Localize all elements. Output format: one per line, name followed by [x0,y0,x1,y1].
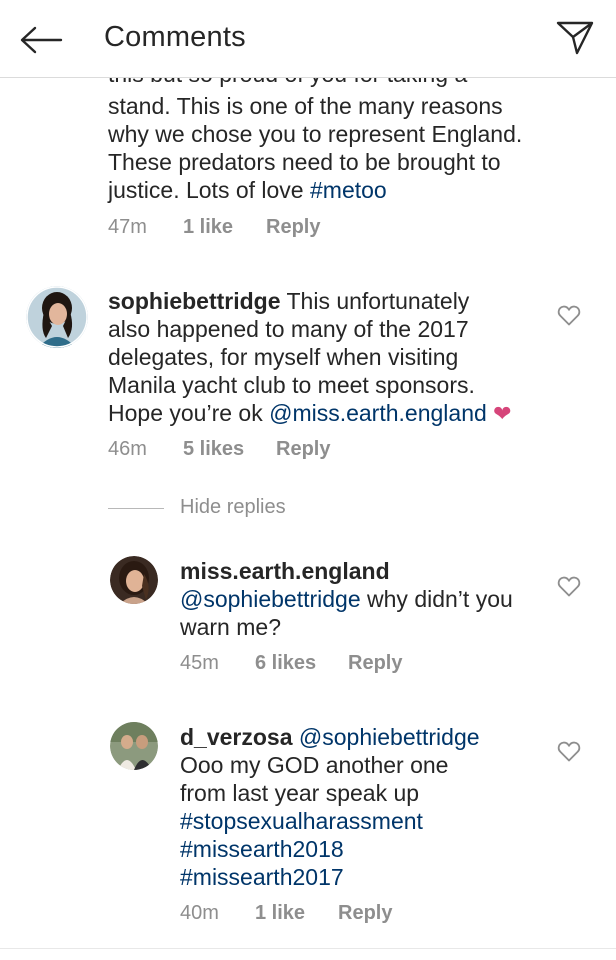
arrow-left-icon [20,26,63,54]
comment-text: why didn’t you [360,586,513,612]
comment-meta: 46m 5 likes Reply [108,438,508,464]
comment-text: This unfortunately [280,288,470,314]
comment-time: 46m [108,438,147,460]
comment-text: Hope you’re ok [108,400,270,426]
back-button[interactable] [18,20,64,60]
comment-text-line: why we chose you to represent England. [108,121,523,147]
comment-meta: 40m 1 like Reply [180,902,540,928]
comment-text-line: Hope you’re ok @miss.earth.england ❤ [108,399,512,429]
likes-count[interactable]: 1 like [183,216,233,239]
reply-button[interactable]: Reply [276,438,330,461]
comment-text-line: @sophiebettridge why didn’t you [180,585,513,613]
comment-meta: 45m 6 likes Reply [180,652,540,678]
hashtag-link[interactable]: #metoo [310,177,387,203]
page-title: Comments [104,21,246,53]
avatar[interactable] [110,556,158,604]
avatar-image [110,556,158,604]
reply-button[interactable]: Reply [348,652,402,675]
comment-text-line: also happened to many of the 2017 [108,316,469,342]
comment-text-line: These predators need to be brought to [108,149,501,175]
avatar-image [110,722,158,770]
comment-time: 47m [108,216,147,238]
hide-replies-label[interactable]: Hide replies [180,496,286,519]
direct-message-button[interactable] [552,14,598,60]
mention-link[interactable]: @miss.earth.england [269,400,487,426]
like-heart-icon[interactable] [555,301,583,329]
comments-list: this but so proud of you for taking a st… [0,0,616,960]
comment-text-line: sophiebettridge This unfortunately [108,287,469,315]
avatar[interactable] [110,722,158,770]
top-app-bar: Comments [0,0,616,78]
divider [0,948,616,949]
comment-text-line: warn me? [180,614,281,640]
like-heart-icon[interactable] [555,737,583,765]
likes-count[interactable]: 1 like [255,902,305,925]
comment-text-line: d_verzosa @sophiebettridge [180,723,480,751]
reply-button[interactable]: Reply [338,902,392,925]
likes-count[interactable]: 5 likes [183,438,244,461]
hashtag-link[interactable]: #missearth2018 [180,835,344,863]
comment-meta: 47m 1 like Reply [108,216,508,242]
like-heart-icon[interactable] [555,572,583,600]
username-link[interactable]: miss.earth.england [180,558,390,584]
heart-emoji: ❤ [493,402,512,427]
reply-button[interactable]: Reply [266,216,320,239]
paper-plane-icon [556,21,594,55]
username-link[interactable]: sophiebettridge [108,288,281,314]
mention-link[interactable]: @sophiebettridge [299,724,480,750]
comment-text-line: miss.earth.england [180,557,390,585]
comment-text-line: stand. This is one of the many reasons [108,93,503,119]
comment-time: 40m [180,902,219,924]
comment-text-line: justice. Lots of love #metoo [108,176,387,204]
username-link[interactable]: d_verzosa [180,724,293,750]
mention-link[interactable]: @sophiebettridge [180,586,361,612]
comment-text: justice. Lots of love [108,177,310,203]
comment-text-line: delegates, for myself when visiting [108,344,459,370]
comment-text-line: Manila yacht club to meet sponsors. [108,372,475,398]
divider [108,508,164,509]
comment-text-line: from last year speak up [180,780,420,806]
avatar[interactable] [26,286,88,348]
comment-text-line: Ooo my GOD another one [180,752,449,778]
comment-time: 45m [180,652,219,674]
likes-count[interactable]: 6 likes [255,652,316,675]
avatar-image [26,286,88,348]
hashtag-link[interactable]: #stopsexualharassment [180,807,423,835]
hashtag-link[interactable]: #missearth2017 [180,863,344,891]
